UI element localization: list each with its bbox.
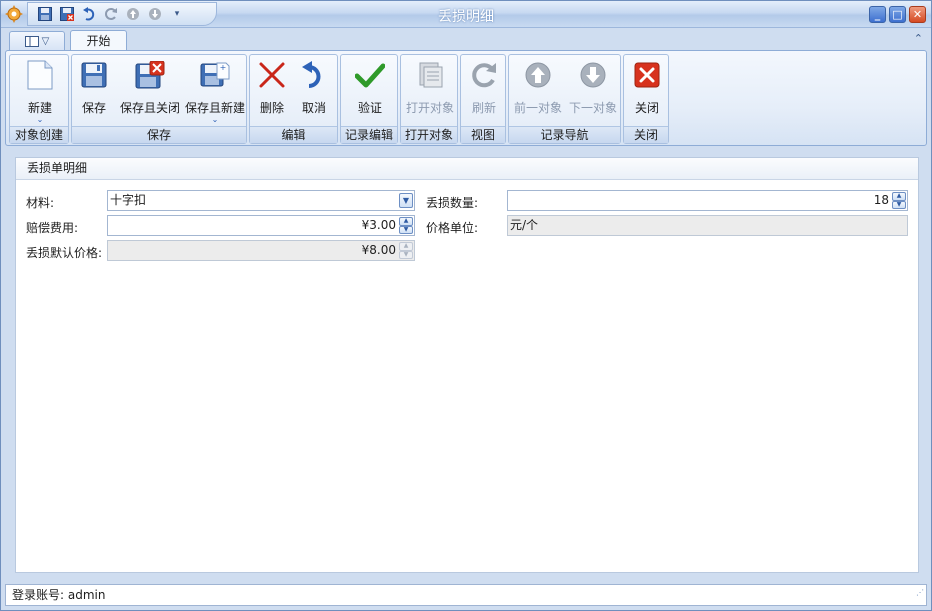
quantity-value: 18	[873, 193, 889, 207]
save-and-close-label: 保存且关闭	[119, 101, 180, 115]
spin-down-icon[interactable]: ▼	[892, 200, 906, 209]
validate-button[interactable]: 验证	[350, 59, 390, 125]
group-object-create: 新建 ⌄ 对象创建	[9, 54, 69, 144]
delete-button-label: 删除	[259, 101, 284, 115]
compensation-value: ¥3.00	[361, 218, 396, 232]
main-window: ▾ 丢损明细 _ □ ✕ ▽ 开始 ⌃ 新建 ⌄ 对象创建 保存 保存且关闭 +…	[0, 0, 932, 611]
save-new-icon: +	[200, 62, 230, 87]
cancel-button[interactable]: 取消	[298, 59, 330, 125]
close-button-label: 关闭	[634, 101, 659, 115]
spin-down-icon: ▼	[399, 250, 413, 259]
default-price-spin: ▲ ▼	[399, 242, 413, 259]
new-button[interactable]: 新建 ⌄	[14, 59, 66, 125]
chevron-down-icon: ⌄	[36, 115, 44, 124]
tab-home[interactable]: 开始	[70, 30, 127, 52]
previous-object-button[interactable]: 前一对象	[512, 59, 564, 125]
title-bar: ▾ 丢损明细 _ □ ✕	[1, 1, 931, 28]
group-label: 保存	[72, 126, 246, 143]
open-object-label: 打开对象	[405, 101, 454, 115]
group-open-object: 打开对象 打开对象	[400, 54, 458, 144]
next-icon	[580, 62, 606, 88]
quantity-spin[interactable]: ▲ ▼	[892, 192, 906, 209]
compensation-spin[interactable]: ▲ ▼	[399, 217, 413, 234]
open-object-icon	[419, 62, 443, 88]
refresh-button-label: 刷新	[471, 101, 496, 115]
refresh-button[interactable]: 刷新	[466, 59, 502, 125]
material-value: 十字扣	[110, 193, 147, 207]
cancel-button-label: 取消	[301, 101, 326, 115]
unit-label: 价格单位:	[426, 221, 479, 235]
default-price-field: ¥8.00 ▲ ▼	[107, 240, 415, 261]
chevron-down-icon: ⌄	[211, 115, 219, 124]
save-and-new-button[interactable]: + 保存且新建 ⌄	[184, 59, 246, 125]
ribbon-tabs: ▽ 开始 ⌃	[1, 28, 931, 52]
quantity-stepper[interactable]: 18 ▲ ▼	[507, 190, 908, 211]
group-label: 对象创建	[10, 126, 68, 143]
save-close-icon	[135, 61, 165, 89]
material-label: 材料:	[26, 196, 55, 210]
section-title: 丢损单明细	[16, 158, 918, 180]
close-window-button[interactable]: ✕	[909, 6, 926, 23]
spin-up-icon[interactable]: ▲	[892, 192, 906, 201]
open-object-button[interactable]: 打开对象	[404, 59, 456, 125]
spin-up-icon[interactable]: ▲	[399, 217, 413, 226]
collapse-ribbon-icon[interactable]: ⌃	[914, 32, 923, 45]
next-object-button[interactable]: 下一对象	[567, 59, 619, 125]
panel-icon	[24, 36, 39, 47]
previous-icon	[525, 62, 551, 88]
default-price-label: 丢损默认价格:	[26, 246, 103, 260]
delete-icon	[259, 62, 285, 88]
check-icon	[355, 63, 385, 88]
group-record-edit: 验证 记录编辑	[340, 54, 398, 144]
close-button[interactable]: 关闭	[629, 59, 665, 125]
group-view: 刷新 视图	[460, 54, 506, 144]
group-label: 打开对象	[401, 126, 457, 143]
new-button-label: 新建	[27, 101, 52, 115]
default-price-value: ¥8.00	[361, 243, 396, 257]
next-object-label: 下一对象	[568, 101, 617, 115]
chevron-down-icon: ▽	[41, 36, 50, 47]
window-title: 丢损明细	[438, 9, 494, 25]
group-record-navigation: 前一对象 下一对象 记录导航	[508, 54, 621, 144]
compensation-label: 赔偿费用:	[26, 221, 79, 235]
save-icon	[81, 62, 107, 88]
group-label: 记录编辑	[341, 126, 397, 143]
svg-text:+: +	[220, 63, 227, 72]
resize-grip-icon[interactable]: ⋰	[916, 583, 924, 603]
close-red-icon	[634, 62, 660, 88]
undo-icon	[302, 61, 321, 88]
save-button-label: 保存	[81, 101, 106, 115]
group-save: 保存 保存且关闭 + 保存且新建 ⌄ 保存	[71, 54, 247, 144]
application-menu-button[interactable]: ▽	[9, 31, 65, 51]
group-label: 视图	[461, 126, 505, 143]
group-label: 记录导航	[509, 126, 620, 143]
spin-up-icon: ▲	[399, 242, 413, 251]
maximize-button[interactable]: □	[889, 6, 906, 23]
quantity-label: 丢损数量:	[426, 196, 479, 210]
group-edit: 删除 取消 编辑	[249, 54, 338, 144]
minimize-button[interactable]: _	[869, 6, 886, 23]
group-close: 关闭 关闭	[623, 54, 669, 144]
group-label: 编辑	[250, 126, 337, 143]
spin-down-icon[interactable]: ▼	[399, 225, 413, 234]
unit-field: 元/个	[507, 215, 908, 236]
save-and-close-button[interactable]: 保存且关闭	[118, 59, 182, 125]
group-label: 关闭	[624, 126, 668, 143]
status-bar: 登录账号: admin ⋰	[5, 584, 927, 606]
ribbon: 新建 ⌄ 对象创建 保存 保存且关闭 + 保存且新建 ⌄ 保存 删除 取消 编辑…	[5, 50, 927, 146]
detail-panel: 丢损单明细 材料: 十字扣 ▼ 丢损数量: 18 ▲ ▼ 赔偿费用: ¥3.00 …	[15, 157, 919, 573]
chevron-down-icon[interactable]: ▼	[399, 193, 413, 208]
status-text: 登录账号: admin	[12, 588, 106, 602]
material-select[interactable]: 十字扣 ▼	[107, 190, 415, 211]
delete-button[interactable]: 删除	[256, 59, 288, 125]
save-button[interactable]: 保存	[76, 59, 112, 125]
validate-button-label: 验证	[357, 101, 382, 115]
new-document-icon	[27, 60, 53, 90]
previous-object-label: 前一对象	[513, 101, 562, 115]
compensation-stepper[interactable]: ¥3.00 ▲ ▼	[107, 215, 415, 236]
refresh-icon	[472, 63, 496, 88]
unit-value: 元/个	[510, 218, 539, 232]
save-and-new-label: 保存且新建	[184, 101, 245, 115]
